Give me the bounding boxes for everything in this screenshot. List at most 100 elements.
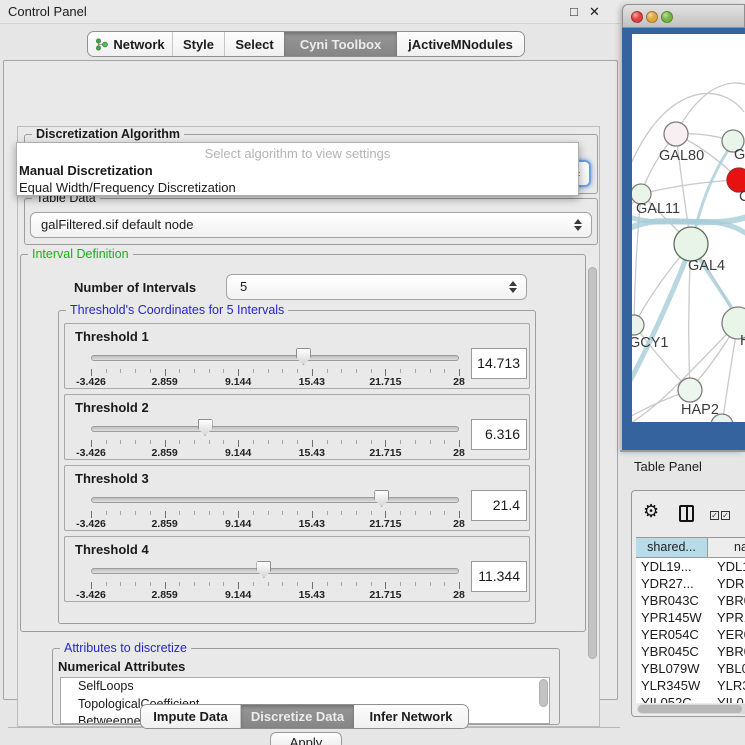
attribute-list-item[interactable]: SelfLoops: [61, 678, 549, 696]
table-data-combobox[interactable]: galFiltered.sif default node: [30, 212, 592, 238]
threshold-row: Threshold 3-3.4262.8599.14415.4321.71528…: [64, 465, 530, 531]
tick-mark: [253, 511, 254, 515]
table-row[interactable]: YIL052CYIL0: [636, 694, 745, 703]
table-hscrollbar[interactable]: [637, 704, 745, 714]
cell-shared-name: YDL19...: [636, 558, 708, 575]
column-header-name[interactable]: na: [708, 538, 745, 557]
slider-thumb[interactable]: [374, 490, 389, 507]
cell-name: YDL1: [708, 558, 745, 575]
table-panel: ⚙ ✓ ✓ shared... na YDL19...YDL1YDR27...Y…: [631, 490, 745, 717]
checkbox-icon[interactable]: ✓: [710, 511, 719, 520]
tick-mark: [150, 440, 151, 444]
network-canvas[interactable]: GAL80GACGAL11GAL4GCY1HHAP2: [632, 34, 745, 422]
tick-mark: [371, 440, 372, 444]
tab-impute-data[interactable]: Impute Data: [141, 705, 241, 728]
slider-thumb[interactable]: [296, 348, 311, 365]
tab-discretize-data[interactable]: Discretize Data: [241, 705, 354, 728]
threshold-row: Threshold 1-3.4262.8599.14415.4321.71528…: [64, 323, 530, 389]
threshold-value-field[interactable]: 14.713: [471, 348, 527, 379]
scale-label: 2.859: [151, 376, 177, 388]
tick-mark: [327, 369, 328, 373]
tick-mark: [209, 440, 210, 444]
tick-mark: [268, 511, 269, 515]
network-node-gal80[interactable]: [664, 122, 688, 146]
network-node-hap2[interactable]: [678, 378, 702, 402]
tick-mark: [238, 511, 239, 518]
float-window-icon[interactable]: □: [570, 4, 578, 19]
tick-mark: [282, 369, 283, 373]
network-node-gal4[interactable]: [674, 227, 708, 261]
network-node-gcy1[interactable]: [632, 315, 644, 335]
tick-mark: [312, 440, 313, 447]
slider-thumb[interactable]: [198, 419, 213, 436]
tick-mark: [312, 582, 313, 589]
panel-scrollbar[interactable]: [588, 267, 597, 722]
thresholds-group-label: Threshold's Coordinates for 5 Intervals: [66, 303, 288, 317]
tab-style[interactable]: Style: [173, 32, 225, 56]
tick-mark: [371, 511, 372, 515]
apply-button[interactable]: Apply: [270, 732, 342, 745]
panel-scrollbar-thumb[interactable]: [588, 267, 597, 659]
threshold-value-field[interactable]: 6.316: [471, 419, 527, 450]
tick-mark: [179, 440, 180, 444]
traffic-light-minimize-icon[interactable]: [646, 11, 658, 23]
list-scrollbar[interactable]: [539, 679, 548, 707]
network-view-window: GAL80GACGAL11GAL4GCY1HHAP2: [622, 4, 745, 450]
table-row[interactable]: YDL19...YDL1: [636, 558, 745, 575]
tick-mark: [238, 440, 239, 447]
tab-infer-network[interactable]: Infer Network: [354, 705, 468, 728]
tab-cyni-toolbox-label: Cyni Toolbox: [300, 37, 381, 52]
tick-mark: [297, 440, 298, 444]
threshold-label: Threshold 2: [75, 400, 149, 415]
cell-shared-name: YPR145W: [636, 609, 708, 626]
threshold-row: Threshold 4-3.4262.8599.14415.4321.71528…: [64, 536, 530, 602]
number-of-intervals-combobox[interactable]: 5: [226, 274, 527, 300]
table-panel-title: Table Panel: [634, 459, 702, 474]
traffic-light-close-icon[interactable]: [631, 11, 643, 23]
table-row[interactable]: YER054CYER0: [636, 626, 745, 643]
columns-icon[interactable]: [679, 505, 694, 522]
network-node-label: GAL80: [659, 148, 704, 164]
threshold-value-field[interactable]: 21.4: [471, 490, 527, 521]
dropdown-option-equal-width[interactable]: Equal Width/Frequency Discretization: [17, 179, 578, 196]
slider-track[interactable]: [91, 497, 459, 503]
tab-jactivemnodules[interactable]: jActiveMNodules: [397, 32, 524, 56]
table-row[interactable]: YBL079WYBL0: [636, 660, 745, 677]
slider-track[interactable]: [91, 568, 459, 574]
network-window-titlebar[interactable]: [622, 4, 745, 28]
checkbox-icon[interactable]: ✓: [721, 511, 730, 520]
tick-mark: [459, 440, 460, 447]
close-icon[interactable]: ✕: [589, 4, 600, 20]
cell-shared-name: YBL079W: [636, 660, 708, 677]
slider-track[interactable]: [91, 355, 459, 361]
table-row[interactable]: YBR045CYBR0: [636, 643, 745, 660]
traffic-light-zoom-icon[interactable]: [661, 11, 673, 23]
cell-name: YLR3: [708, 677, 745, 694]
dropdown-option-manual[interactable]: Manual Discretization: [17, 162, 578, 179]
slider-scale-labels: -3.4262.8599.14415.4321.71528: [91, 447, 459, 459]
scale-label: 15.43: [299, 518, 325, 530]
slider-thumb[interactable]: [256, 561, 271, 578]
interval-definition-label: Interval Definition: [28, 247, 133, 261]
threshold-rows: Threshold 1-3.4262.8599.14415.4321.71528…: [64, 323, 530, 607]
tick-mark: [194, 511, 195, 515]
threshold-value-field[interactable]: 11.344: [471, 561, 527, 592]
tab-select[interactable]: Select: [225, 32, 284, 56]
tab-infer-network-label: Infer Network: [369, 709, 452, 724]
slider-track[interactable]: [91, 426, 459, 432]
table-row[interactable]: YPR145WYPR1: [636, 609, 745, 626]
tick-mark: [135, 369, 136, 373]
tick-mark: [312, 511, 313, 518]
tab-network[interactable]: Network: [88, 32, 173, 56]
slider-scale-labels: -3.4262.8599.14415.4321.71528: [91, 376, 459, 388]
column-header-shared-name[interactable]: shared...: [636, 538, 708, 557]
table-hscrollbar-thumb[interactable]: [638, 705, 742, 713]
table-row[interactable]: YBR043CYBR0: [636, 592, 745, 609]
tick-mark: [194, 440, 195, 444]
table-row[interactable]: YLR345WYLR3: [636, 677, 745, 694]
network-node-label: HAP2: [681, 402, 719, 418]
tick-mark: [444, 511, 445, 515]
tab-cyni-toolbox[interactable]: Cyni Toolbox: [284, 32, 397, 56]
gear-icon[interactable]: ⚙: [643, 501, 659, 522]
table-row[interactable]: YDR27...YDR2: [636, 575, 745, 592]
